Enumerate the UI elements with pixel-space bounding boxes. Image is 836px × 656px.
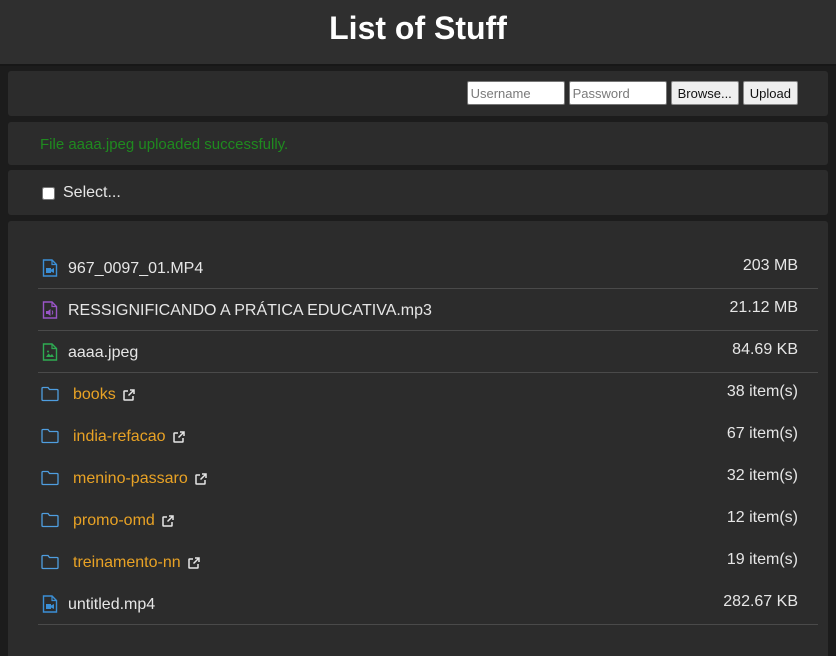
folder-icon — [41, 470, 59, 486]
file-name[interactable]: RESSIGNIFICANDO A PRÁTICA EDUCATIVA.mp3 — [68, 302, 432, 320]
folder-row[interactable]: books 38 item(s) — [38, 373, 818, 415]
username-input[interactable] — [466, 81, 565, 105]
folder-icon — [41, 386, 59, 402]
item-name-label: untitled.mp4 — [68, 596, 156, 613]
page-title: List of Stuff — [329, 10, 507, 46]
item-name-label: aaaa.jpeg — [68, 344, 139, 361]
folder-link[interactable]: promo-omd — [73, 512, 175, 530]
file-size: 282.67 KB — [723, 593, 798, 610]
password-input[interactable] — [568, 81, 667, 105]
folder-icon — [41, 512, 59, 528]
file-video-icon — [42, 259, 58, 277]
page: List of Stuff Browse... Upload File aaaa… — [0, 0, 836, 656]
item-count: 32 item(s) — [726, 467, 798, 484]
file-video-icon — [42, 595, 58, 613]
file-size: 203 MB — [742, 257, 798, 274]
item-name-label: promo-omd — [73, 512, 155, 529]
login-form: Browse... Upload — [466, 81, 798, 105]
file-size: 21.12 MB — [729, 299, 798, 316]
folder-link[interactable]: treinamento-nn — [73, 554, 201, 572]
folder-icon — [41, 428, 59, 444]
item-name-label: 967_0097_01.MP4 — [68, 260, 204, 277]
file-row[interactable]: RESSIGNIFICANDO A PRÁTICA EDUCATIVA.mp3 2… — [38, 289, 818, 331]
item-count: 12 item(s) — [726, 509, 798, 526]
login-panel: Browse... Upload — [8, 71, 828, 116]
folder-link[interactable]: menino-passaro — [73, 470, 208, 488]
select-checkbox[interactable] — [42, 186, 55, 200]
file-image-icon — [42, 343, 58, 361]
upload-button[interactable]: Upload — [742, 81, 798, 105]
item-name-label: books — [73, 386, 116, 403]
item-name-label: india-refacao — [73, 428, 166, 445]
item-count: 19 item(s) — [726, 551, 798, 568]
external-link-icon[interactable] — [122, 388, 136, 402]
select-toggle[interactable]: Select... — [42, 184, 121, 202]
folder-link[interactable]: india-refacao — [73, 428, 186, 446]
file-name[interactable]: aaaa.jpeg — [68, 344, 138, 362]
external-link-icon[interactable] — [161, 514, 175, 528]
select-label: Select... — [63, 184, 121, 201]
folder-row[interactable]: menino-passaro 32 item(s) — [38, 457, 818, 499]
file-name[interactable]: 967_0097_01.MP4 — [68, 260, 203, 278]
folder-icon — [41, 554, 59, 570]
external-link-icon[interactable] — [187, 556, 201, 570]
file-size: 84.69 KB — [732, 341, 798, 358]
folder-row[interactable]: promo-omd 12 item(s) — [38, 499, 818, 541]
select-panel: Select... — [8, 170, 828, 215]
item-count: 38 item(s) — [726, 383, 798, 400]
browse-button[interactable]: Browse... — [670, 81, 739, 105]
item-name-label: menino-passaro — [73, 470, 188, 487]
status-panel: File aaaa.jpeg uploaded successfully. — [8, 122, 828, 165]
upload-status-message: File aaaa.jpeg uploaded successfully. — [40, 136, 289, 153]
file-audio-icon — [42, 301, 58, 319]
item-name-label: treinamento-nn — [73, 554, 181, 571]
file-row[interactable]: untitled.mp4 282.67 KB — [38, 583, 818, 625]
external-link-icon[interactable] — [194, 472, 208, 486]
file-row[interactable]: aaaa.jpeg 84.69 KB — [38, 331, 818, 373]
external-link-icon[interactable] — [172, 430, 186, 444]
files-panel: 967_0097_01.MP4 203 MB RESSIGNIFICANDO A P… — [8, 221, 828, 656]
folder-link[interactable]: books — [73, 386, 136, 404]
file-name[interactable]: untitled.mp4 — [68, 596, 155, 614]
folder-row[interactable]: india-refacao 67 item(s) — [38, 415, 818, 457]
folder-row[interactable]: treinamento-nn 19 item(s) — [38, 541, 818, 583]
file-row[interactable]: 967_0097_01.MP4 203 MB — [38, 247, 818, 289]
item-count: 67 item(s) — [726, 425, 798, 442]
page-header: List of Stuff — [0, 0, 836, 66]
file-list: 967_0097_01.MP4 203 MB RESSIGNIFICANDO A P… — [38, 247, 818, 625]
item-name-label: RESSIGNIFICANDO A PRÁTICA EDUCATIVA.mp3 — [68, 302, 432, 319]
